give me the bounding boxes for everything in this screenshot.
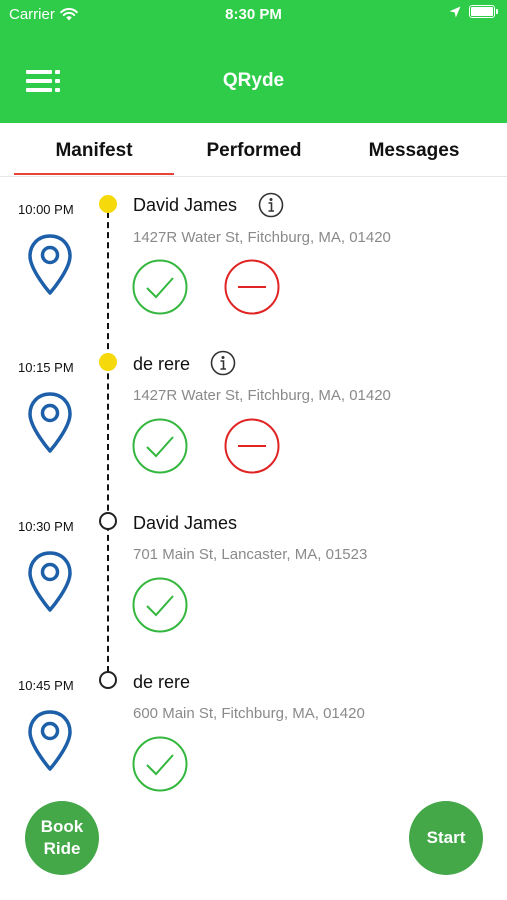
timeline-connector — [107, 212, 109, 672]
stop-time: 10:00 PM — [18, 202, 74, 217]
confirm-button[interactable] — [132, 418, 188, 474]
remove-button[interactable] — [224, 259, 280, 315]
app-title: QRyde — [222, 70, 285, 91]
map-pin-icon[interactable] — [27, 392, 73, 454]
map-pin-icon[interactable] — [27, 710, 73, 772]
stop-address: 1427R Water St, Fitchburg, MA, 01420 — [133, 229, 391, 246]
stop-status-dot — [99, 195, 117, 213]
book-ride-label-line2: Ride — [43, 839, 81, 858]
book-ride-label: Book Ride — [41, 816, 84, 860]
tab-messages[interactable]: Messages — [334, 140, 494, 162]
status-time: 8:30 PM — [225, 6, 282, 23]
stop-status-dot — [99, 512, 117, 530]
selected-tab-indicator — [14, 173, 174, 175]
confirm-button[interactable] — [132, 259, 188, 315]
stop-status-dot — [99, 671, 117, 689]
info-icon[interactable] — [258, 192, 284, 218]
confirm-button[interactable] — [132, 736, 188, 792]
stop-time: 10:15 PM — [18, 360, 74, 375]
tab-performed[interactable]: Performed — [174, 140, 334, 162]
stop-time: 10:30 PM — [18, 519, 74, 534]
stop-time: 10:45 PM — [18, 678, 74, 693]
info-icon[interactable] — [210, 350, 236, 376]
stop-address: 701 Main St, Lancaster, MA, 01523 — [133, 546, 368, 563]
status-right — [449, 5, 498, 18]
tabs-divider — [0, 176, 507, 177]
location-arrow-icon — [449, 6, 461, 17]
map-pin-icon[interactable] — [27, 234, 73, 296]
passenger-name: David James — [133, 513, 238, 533]
passenger-name: de rere — [133, 672, 191, 692]
battery-fill — [471, 7, 493, 16]
tab-manifest[interactable]: Manifest — [14, 140, 174, 162]
stop-address: 600 Main St, Fitchburg, MA, 01420 — [133, 705, 365, 722]
confirm-button[interactable] — [132, 577, 188, 633]
app-header: Carrier 8:30 PM QRyde — [0, 0, 507, 123]
status-bar: Carrier 8:30 PM — [0, 0, 507, 28]
map-pin-icon[interactable] — [27, 551, 73, 613]
passenger-name: de rere — [133, 354, 191, 374]
tab-bar: Manifest Performed Messages — [0, 123, 507, 177]
passenger-name: David James — [133, 195, 238, 215]
battery-icon — [469, 5, 498, 18]
book-ride-label-line1: Book — [40, 817, 84, 836]
remove-button[interactable] — [224, 418, 280, 474]
book-ride-button[interactable]: Book Ride — [25, 801, 99, 875]
stop-address: 1427R Water St, Fitchburg, MA, 01420 — [133, 387, 391, 404]
stop-status-dot — [99, 353, 117, 371]
start-button[interactable]: Start — [409, 801, 483, 875]
